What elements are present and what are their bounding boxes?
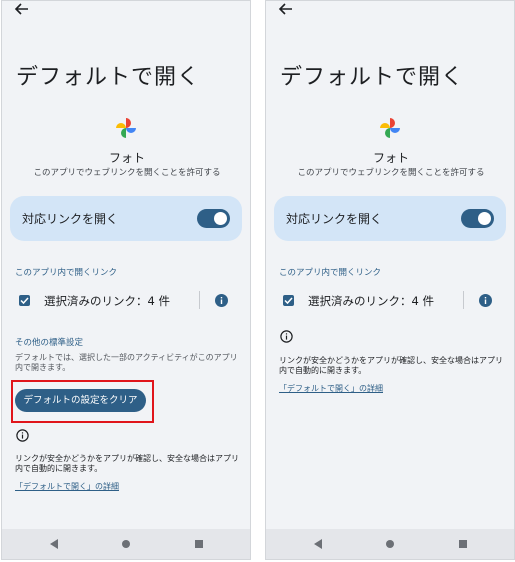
open-links-toggle[interactable] [197,209,230,228]
nav-recents-icon[interactable] [195,540,203,548]
left-screen: デフォルトで開く フォト このアプリでウェブリンクを開くことを許可する 対応リン… [1,0,251,560]
navigation-bar [2,529,250,559]
toggle-label: 対応リンクを開く [22,212,119,226]
nav-home-icon[interactable] [386,540,394,548]
info-outline-icon [16,429,29,442]
selected-links-label[interactable]: 選択済みのリンク：4 件 [308,293,434,309]
details-link[interactable]: 「デフォルトで開く」の詳細 [15,481,119,492]
selected-links-label[interactable]: 選択済みのリンク：4 件 [44,293,170,309]
checkmark-icon [284,297,293,305]
divider [463,291,464,309]
selected-links-checkbox[interactable] [283,295,294,306]
info-outline-icon [280,330,293,343]
other-defaults-header: その他の標準設定 [15,338,84,348]
note-text: リンクが安全かどうかをアプリが確認し、安全な場合はアプリ内で自動的に開きます。 [279,356,503,375]
page-title: デフォルトで開く [280,65,465,90]
back-arrow-icon[interactable] [277,2,293,16]
page-title: デフォルトで開く [16,65,201,90]
in-app-links-header: このアプリ内で開くリンク [279,268,382,278]
toggle-knob [478,212,491,225]
info-filled-icon[interactable] [479,294,492,307]
checkmark-icon [20,297,29,305]
info-filled-icon[interactable] [215,294,228,307]
note-text: リンクが安全かどうかをアプリが確認し、安全な場合はアプリ内で自動的に開きます。 [15,454,239,473]
details-link[interactable]: 「デフォルトで開く」の詳細 [279,383,383,394]
app-description: このアプリでウェブリンクを開くことを許可する [297,168,485,178]
toggle-knob [214,212,227,225]
clear-defaults-button[interactable]: デフォルトの設定をクリア [15,389,146,412]
open-supported-links-card[interactable]: 対応リンクを開く [10,196,242,241]
app-name: フォト [372,151,409,165]
nav-back-icon[interactable] [49,539,59,549]
open-links-toggle[interactable] [461,209,494,228]
toggle-label: 対応リンクを開く [286,212,383,226]
right-screen: デフォルトで開く フォト このアプリでウェブリンクを開くことを許可する 対応リン… [265,0,515,560]
app-description: このアプリでウェブリンクを開くことを許可する [33,168,221,178]
open-supported-links-card[interactable]: 対応リンクを開く [274,196,506,241]
other-defaults-description: デフォルトでは、選択した一部のアクティビティがこのアプリ内で開きます。 [15,353,238,372]
nav-home-icon[interactable] [122,540,130,548]
navigation-bar [266,529,514,559]
selected-links-checkbox[interactable] [19,295,30,306]
google-photos-icon [116,118,136,138]
nav-back-icon[interactable] [313,539,323,549]
divider [199,291,200,309]
in-app-links-header: このアプリ内で開くリンク [15,268,118,278]
back-arrow-icon[interactable] [13,2,29,16]
google-photos-icon [380,118,400,138]
nav-recents-icon[interactable] [459,540,467,548]
app-name: フォト [108,151,145,165]
